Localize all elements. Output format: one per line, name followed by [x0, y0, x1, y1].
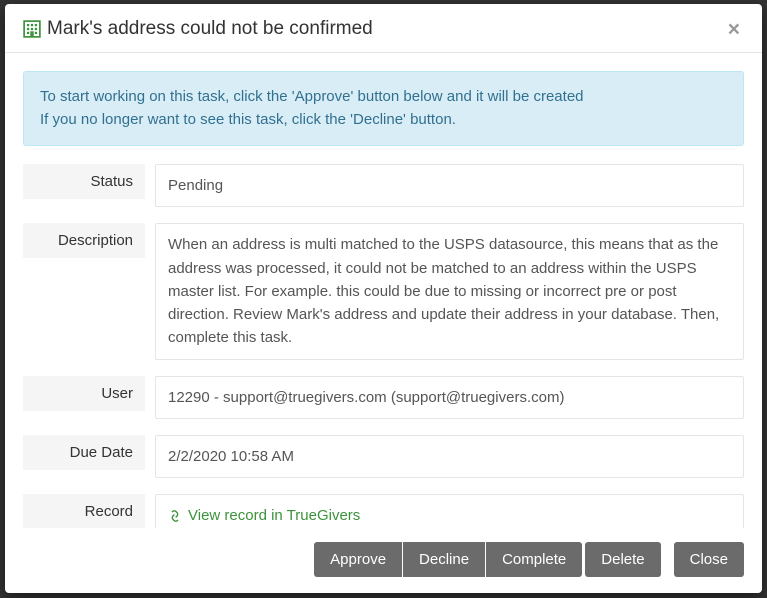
modal-header: Mark's address could not be confirmed × — [5, 4, 762, 53]
action-button-group: Approve Decline Complete — [314, 542, 582, 577]
view-record-link-text: View record in TrueGivers — [188, 504, 360, 527]
description-value: When an address is multi matched to the … — [155, 223, 744, 359]
status-row: Status Pending — [23, 164, 744, 207]
record-label: Record — [23, 494, 145, 528]
alert-line-1: To start working on this task, click the… — [40, 86, 727, 109]
delete-button[interactable]: Delete — [585, 542, 660, 577]
user-row: User 12290 - support@truegivers.com (sup… — [23, 376, 744, 419]
modal-footer: Approve Decline Complete Delete Close — [5, 528, 762, 593]
record-row: Record View record in TrueGivers — [23, 494, 744, 528]
modal-body: To start working on this task, click the… — [5, 53, 762, 528]
description-label: Description — [23, 223, 145, 258]
modal-title: Mark's address could not be confirmed — [47, 18, 724, 40]
close-icon[interactable]: × — [724, 19, 744, 40]
user-label: User — [23, 376, 145, 411]
view-record-link[interactable]: View record in TrueGivers — [168, 504, 360, 527]
description-row: Description When an address is multi mat… — [23, 223, 744, 359]
complete-button[interactable]: Complete — [486, 542, 582, 577]
due-date-label: Due Date — [23, 435, 145, 470]
alert-line-2: If you no longer want to see this task, … — [40, 109, 727, 132]
close-button[interactable]: Close — [674, 542, 744, 577]
due-date-value: 2/2/2020 10:58 AM — [155, 435, 744, 478]
task-modal: Mark's address could not be confirmed × … — [5, 4, 762, 593]
building-icon — [23, 20, 41, 38]
status-value: Pending — [155, 164, 744, 207]
due-date-row: Due Date 2/2/2020 10:58 AM — [23, 435, 744, 478]
decline-button[interactable]: Decline — [403, 542, 485, 577]
approve-button[interactable]: Approve — [314, 542, 402, 577]
record-value: View record in TrueGivers — [155, 494, 744, 528]
user-value: 12290 - support@truegivers.com (support@… — [155, 376, 744, 419]
link-icon — [168, 509, 182, 523]
status-label: Status — [23, 164, 145, 199]
info-alert: To start working on this task, click the… — [23, 71, 744, 146]
